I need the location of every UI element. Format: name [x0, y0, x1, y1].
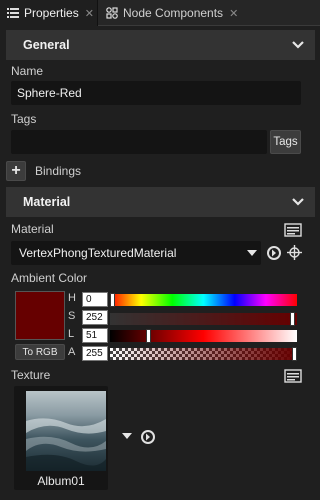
components-icon	[105, 6, 119, 20]
material-label: Material	[11, 222, 54, 236]
texture-name: Album01	[37, 474, 85, 488]
tab-properties[interactable]: Properties ✕	[0, 0, 98, 26]
tags-field[interactable]	[11, 130, 267, 154]
tags-label: Tags	[11, 112, 37, 126]
section-title: General	[23, 38, 70, 52]
edit-resource-icon[interactable]	[284, 223, 302, 237]
close-icon[interactable]: ✕	[229, 7, 238, 20]
hue-slider-thumb[interactable]	[110, 293, 115, 307]
lightness-slider[interactable]	[110, 329, 297, 343]
alpha-gradient	[110, 348, 297, 360]
lightness-input[interactable]: 51	[82, 328, 108, 343]
to-rgb-button[interactable]: To RGB	[15, 344, 65, 360]
hue-slider[interactable]	[110, 293, 297, 307]
ambient-color-label: Ambient Color	[11, 271, 88, 285]
tags-button[interactable]: Tags	[270, 130, 301, 154]
target-picker-icon[interactable]	[287, 245, 302, 260]
edit-resource-icon[interactable]	[284, 369, 302, 383]
texture-thumbnail	[26, 391, 106, 471]
list-icon	[6, 6, 20, 20]
material-dropdown[interactable]: VertexPhongTexturedMaterial	[11, 241, 261, 265]
chevron-down-icon[interactable]	[291, 38, 305, 52]
texture-tile[interactable]: Album01	[14, 386, 108, 490]
lightness-slider-thumb[interactable]	[146, 329, 151, 343]
tab-node-components[interactable]: Node Components ✕	[99, 0, 249, 26]
close-icon[interactable]: ✕	[85, 7, 94, 20]
bindings-label: Bindings	[35, 164, 82, 178]
alpha-slider[interactable]	[110, 347, 297, 361]
tab-label: Properties	[24, 6, 79, 20]
plus-icon: +	[11, 162, 21, 179]
alpha-input[interactable]: 255	[82, 346, 108, 361]
section-material[interactable]: Material	[6, 187, 315, 217]
hue-channel-label: H	[68, 292, 76, 304]
navigate-arrow-icon[interactable]	[266, 245, 282, 261]
section-title: Material	[23, 195, 71, 209]
saturation-input[interactable]: 252	[82, 310, 108, 325]
tab-label: Node Components	[123, 6, 224, 20]
saturation-slider-thumb[interactable]	[290, 312, 295, 326]
saturation-slider[interactable]	[110, 312, 297, 326]
material-value: VertexPhongTexturedMaterial	[19, 246, 177, 260]
tab-bar: Properties ✕ Node Components ✕	[0, 0, 320, 26]
add-binding-button[interactable]: +	[6, 161, 26, 181]
alpha-channel-label: A	[68, 346, 76, 358]
dropdown-arrow-icon	[247, 250, 257, 256]
lightness-channel-label: L	[68, 328, 75, 340]
name-field[interactable]: Sphere-Red	[11, 81, 301, 105]
saturation-channel-label: S	[68, 310, 76, 322]
section-general[interactable]: General	[6, 30, 315, 60]
texture-label: Texture	[11, 368, 51, 382]
ambient-color-swatch[interactable]	[15, 291, 65, 340]
name-label: Name	[11, 64, 44, 78]
alpha-slider-thumb[interactable]	[292, 347, 297, 361]
navigate-arrow-icon[interactable]	[140, 429, 156, 445]
hue-input[interactable]: 0	[82, 292, 108, 307]
dropdown-arrow-icon[interactable]	[122, 433, 132, 440]
chevron-down-icon[interactable]	[291, 195, 305, 209]
